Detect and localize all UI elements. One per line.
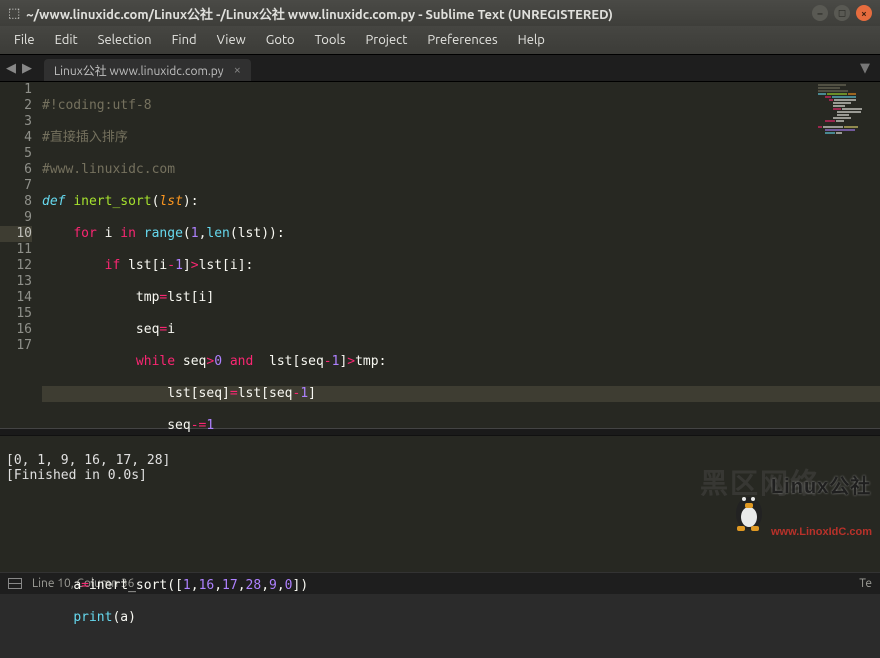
minimize-button[interactable]: –: [812, 5, 828, 21]
build-output-panel[interactable]: [0, 1, 9, 16, 17, 28] [Finished in 0.0s]…: [0, 436, 880, 572]
file-tab[interactable]: Linux公社 www.linuxidc.com.py ×: [44, 59, 251, 81]
menu-help[interactable]: Help: [508, 29, 555, 51]
window-title: ~/www.linuxidc.com/Linux公社 -/Linux公社 www…: [26, 4, 812, 23]
tab-close-icon[interactable]: ×: [234, 63, 241, 77]
editor[interactable]: 123 456 789 101112 131415 1617 #!coding:…: [0, 82, 880, 428]
menu-preferences[interactable]: Preferences: [417, 29, 507, 51]
menu-selection[interactable]: Selection: [88, 29, 162, 51]
maximize-button[interactable]: ◻: [834, 5, 850, 21]
tab-overflow-icon[interactable]: ▼: [850, 55, 880, 81]
menu-tools[interactable]: Tools: [305, 29, 356, 51]
window-controls: – ◻ ×: [812, 5, 872, 21]
output-line: [0, 1, 9, 16, 17, 28]: [6, 453, 170, 468]
watermark-url: www.LinoxIdC.com: [771, 525, 872, 540]
watermark-brand: Linux公社: [771, 480, 872, 495]
menu-edit[interactable]: Edit: [45, 29, 88, 51]
tux-icon: [733, 491, 765, 529]
menu-find[interactable]: Find: [162, 29, 207, 51]
panel-toggle-icon[interactable]: [8, 578, 22, 589]
app-icon: ⬚: [8, 6, 20, 21]
nav-back-icon[interactable]: ◀: [4, 61, 18, 76]
menu-file[interactable]: File: [4, 29, 45, 51]
tabstrip: ◀ ▶ Linux公社 www.linuxidc.com.py × ▼: [0, 54, 880, 82]
nav-forward-icon[interactable]: ▶: [20, 61, 34, 76]
menu-goto[interactable]: Goto: [256, 29, 305, 51]
close-button[interactable]: ×: [856, 5, 872, 21]
menubar: File Edit Selection Find View Goto Tools…: [0, 26, 880, 54]
watermark: Linux公社 www.LinoxIdC.com: [733, 450, 872, 570]
titlebar: ⬚ ~/www.linuxidc.com/Linux公社 -/Linux公社 w…: [0, 0, 880, 26]
code-area[interactable]: #!coding:utf-8 #直接插入排序 #www.linuxidc.com…: [42, 82, 880, 428]
minimap[interactable]: [818, 84, 878, 144]
menu-project[interactable]: Project: [356, 29, 418, 51]
line-gutter: 123 456 789 101112 131415 1617: [0, 82, 42, 428]
menu-view[interactable]: View: [207, 29, 256, 51]
output-line: [Finished in 0.0s]: [6, 468, 147, 483]
tab-label: Linux公社 www.linuxidc.com.py: [54, 62, 224, 79]
